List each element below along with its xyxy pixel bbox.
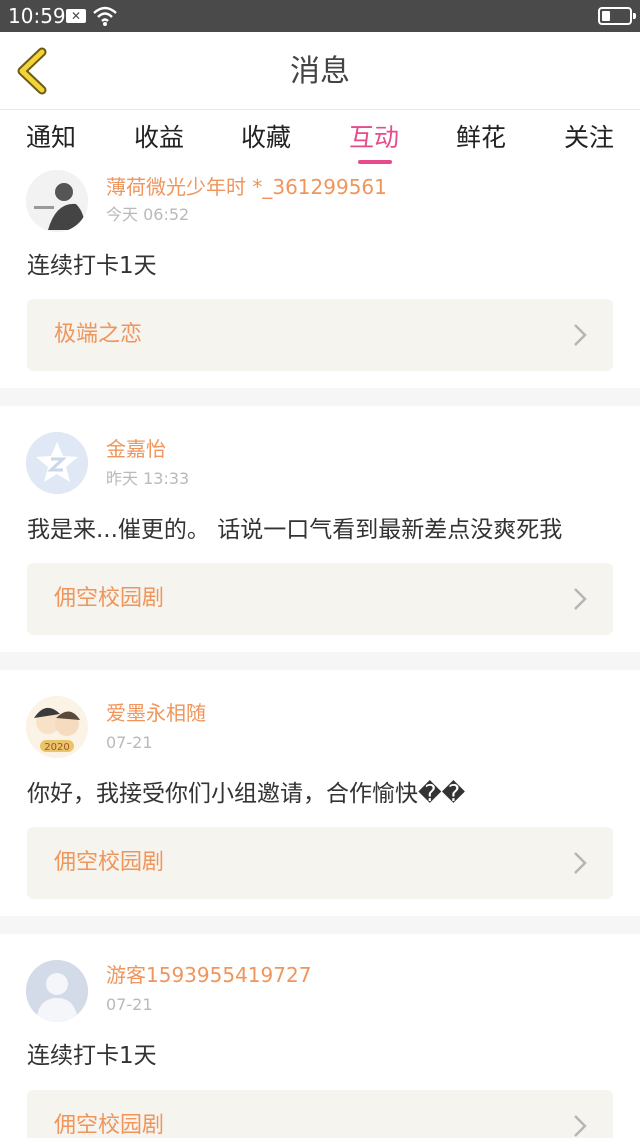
work-link[interactable]: 佣空校园剧 xyxy=(27,563,613,635)
message-feed[interactable]: 薄荷微光少年时 *_361299561 今天 06:52 连续打卡1天 极端之恋… xyxy=(0,168,640,1138)
tab-flowers[interactable]: 鲜花 xyxy=(436,120,526,156)
user-name[interactable]: 金嘉怡 xyxy=(106,436,166,462)
page-title: 消息 xyxy=(290,54,350,89)
tab-bar: 通知 收益 收藏 互动 鲜花 关注 xyxy=(0,110,640,168)
chevron-right-icon xyxy=(574,324,587,346)
post-time: 昨天 13:33 xyxy=(106,469,190,488)
battery-icon xyxy=(598,7,636,25)
divider xyxy=(0,652,640,670)
notification-icon: ✕ xyxy=(66,9,86,23)
divider xyxy=(0,388,640,406)
chevron-right-icon xyxy=(574,852,587,874)
work-link[interactable]: 佣空校园剧 xyxy=(27,1090,613,1138)
user-name[interactable]: 爱墨永相随 xyxy=(106,700,206,726)
post-time: 今天 06:52 xyxy=(106,205,190,224)
post-text: 连续打卡1天 xyxy=(27,1043,157,1069)
svg-text:2020: 2020 xyxy=(44,742,69,753)
status-time: 10:59 xyxy=(8,4,66,28)
avatar[interactable]: 2020 xyxy=(26,696,88,758)
active-tab-indicator xyxy=(358,160,392,164)
tab-interactions[interactable]: 互动 xyxy=(329,120,419,156)
avatar[interactable] xyxy=(26,432,88,494)
wifi-icon xyxy=(93,6,117,26)
message-card: 薄荷微光少年时 *_361299561 今天 06:52 连续打卡1天 极端之恋 xyxy=(0,168,640,388)
message-card: 游客1593955419727 07-21 连续打卡1天 佣空校园剧 xyxy=(0,934,640,1138)
work-title: 佣空校园剧 xyxy=(54,1113,165,1138)
tab-following[interactable]: 关注 xyxy=(544,120,634,156)
post-text: 连续打卡1天 xyxy=(27,253,157,279)
work-link[interactable]: 极端之恋 xyxy=(27,299,613,371)
chevron-right-icon xyxy=(574,588,587,610)
tab-favorites[interactable]: 收藏 xyxy=(221,120,311,156)
post-text: 你好，我接受你们小组邀请，合作愉快�� xyxy=(27,781,466,807)
message-card: 金嘉怡 昨天 13:33 我是来...催更的。 话说一口气看到最新差点没爽死我 … xyxy=(0,406,640,652)
status-bar: 10:59 ✕ xyxy=(0,0,640,32)
tab-notifications[interactable]: 通知 xyxy=(6,120,96,156)
avatar[interactable] xyxy=(26,960,88,1022)
nav-bar: 消息 xyxy=(0,32,640,110)
work-title: 佣空校园剧 xyxy=(54,586,165,611)
work-link[interactable]: 佣空校园剧 xyxy=(27,827,613,899)
post-text: 我是来...催更的。 话说一口气看到最新差点没爽死我 xyxy=(27,517,563,543)
avatar[interactable] xyxy=(26,170,88,232)
post-time: 07-21 xyxy=(106,995,153,1014)
work-title: 佣空校园剧 xyxy=(54,850,165,875)
post-time: 07-21 xyxy=(106,733,153,752)
work-title: 极端之恋 xyxy=(54,322,143,347)
tab-earnings[interactable]: 收益 xyxy=(114,120,204,156)
message-card: 2020 爱墨永相随 07-21 你好，我接受你们小组邀请，合作愉快�� 佣空校… xyxy=(0,670,640,916)
divider xyxy=(0,916,640,934)
chevron-right-icon xyxy=(574,1115,587,1137)
user-name[interactable]: 薄荷微光少年时 *_361299561 xyxy=(106,174,387,200)
user-name[interactable]: 游客1593955419727 xyxy=(106,962,311,988)
